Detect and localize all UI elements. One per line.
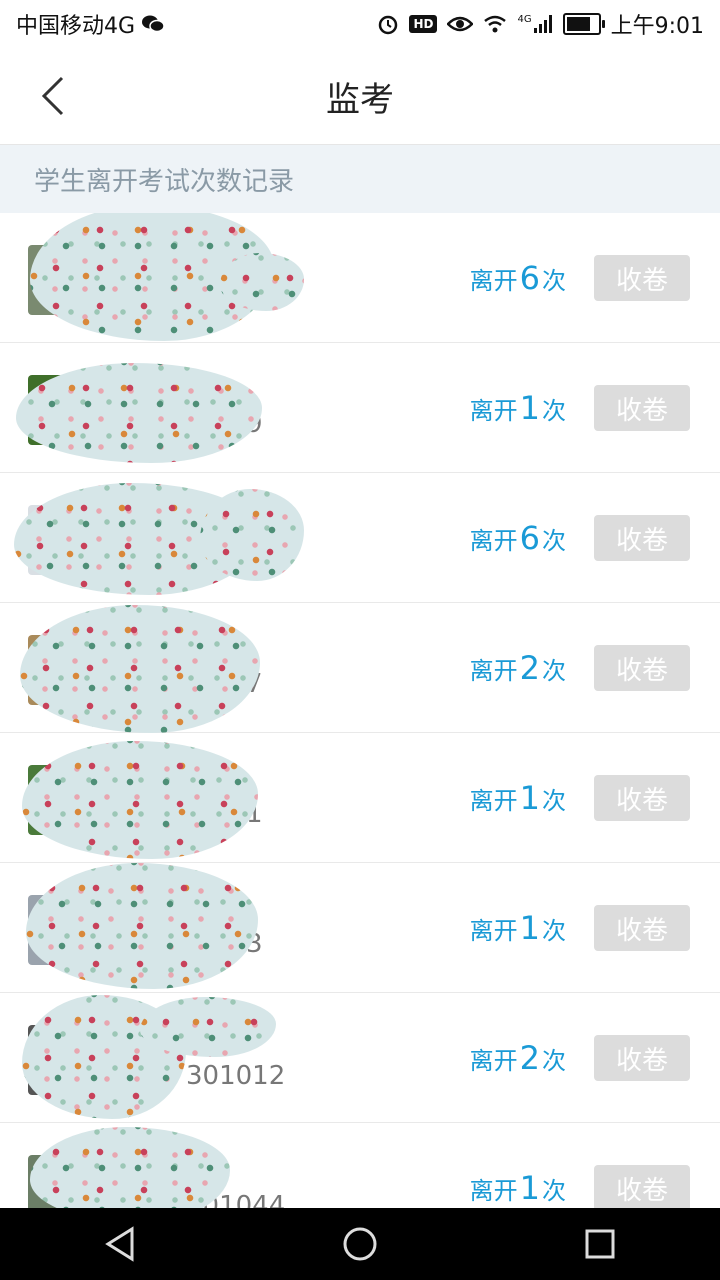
recents-square-icon [585, 1229, 615, 1259]
carrier-text: 中国移动4G [16, 14, 136, 39]
collect-paper-button[interactable]: 收卷 [594, 1035, 690, 1081]
redaction-blob [20, 605, 260, 733]
leave-suffix: 次 [542, 656, 566, 685]
leave-prefix: 离开 [469, 1176, 518, 1205]
list-item: 7 离开2次 收卷 [0, 603, 720, 733]
collect-paper-button[interactable]: 收卷 [594, 515, 690, 561]
leave-prefix: 离开 [469, 1046, 518, 1075]
leave-suffix: 次 [542, 786, 566, 815]
eye-icon [447, 15, 474, 33]
nav-recents-button[interactable] [560, 1208, 640, 1280]
leave-suffix: 次 [542, 526, 566, 555]
collect-paper-button[interactable]: 收卷 [594, 385, 690, 431]
student-list: 离开6次 收卷 9 离开1次 收卷 离开6次 收卷 7 离开2次 收卷 1 [0, 213, 720, 1208]
leave-prefix: 离开 [469, 266, 518, 295]
home-circle-icon [343, 1227, 377, 1261]
leave-count: 离开 6 次 [470, 473, 566, 603]
signal-icon: 4G [517, 14, 552, 34]
leave-count: 离开 1 次 [470, 863, 566, 993]
leave-number: 2 [519, 649, 540, 687]
nav-back-button[interactable] [80, 1208, 160, 1280]
leave-count: 离开 1 次 [470, 343, 566, 473]
alarm-icon [377, 13, 399, 35]
leave-suffix: 次 [542, 266, 566, 295]
leave-prefix: 离开 [469, 526, 518, 555]
section-header: 学生离开考试次数记录 [0, 145, 720, 213]
redaction-blob [200, 489, 304, 581]
leave-prefix: 离开 [469, 396, 518, 425]
list-item: 离开 6 次 收卷 [0, 213, 720, 343]
redaction-blob [26, 863, 258, 989]
chevron-left-icon [41, 76, 64, 116]
system-nav-bar [0, 1208, 720, 1280]
leave-suffix: 次 [542, 916, 566, 945]
title-bar: 监考 [0, 48, 720, 144]
list-item: 3 离开 1 次 收卷 [0, 863, 720, 993]
collect-paper-button[interactable]: 收卷 [594, 905, 690, 951]
leave-suffix: 次 [542, 1176, 566, 1205]
leave-suffix: 次 [542, 1046, 566, 1075]
page-title: 监考 [326, 79, 394, 120]
leave-number: 6 [519, 519, 540, 557]
leave-prefix: 离开 [469, 656, 518, 685]
leave-prefix: 离开 [469, 916, 518, 945]
battery-icon [562, 13, 605, 35]
redaction-blob [16, 363, 262, 463]
back-button[interactable] [24, 68, 80, 124]
redaction-blob [220, 253, 304, 311]
leave-number: 1 [519, 389, 540, 427]
redaction-blob [140, 997, 276, 1057]
leave-number: 1 [519, 909, 540, 947]
wechat-icon [141, 14, 165, 34]
nav-home-button[interactable] [320, 1208, 400, 1280]
redaction-blob [22, 741, 258, 859]
collect-paper-button[interactable]: 收卷 [594, 775, 690, 821]
list-item: 9 离开1次 收卷 [0, 343, 720, 473]
list-item: 301012 离开 2 次 收卷 [0, 993, 720, 1123]
leave-number: 1 [519, 1169, 540, 1207]
leave-count: 离开 6 次 [470, 213, 566, 343]
leave-number: 1 [519, 779, 540, 817]
wifi-icon [483, 15, 507, 33]
list-item: 301044 离开 1 次 收卷 [0, 1123, 720, 1208]
collect-paper-button[interactable]: 收卷 [594, 1165, 690, 1208]
list-item: 1 离开 1 次 收卷 [0, 733, 720, 863]
status-left: 中国移动4G [0, 8, 165, 40]
status-right: HD 4G 上午9:01 [377, 8, 720, 40]
list-item: 离开 6 次 收卷 [0, 473, 720, 603]
clock-text: 上午9:01 [610, 14, 704, 39]
leave-count: 离开 2 次 [470, 993, 566, 1123]
leave-count: 离开 2 次 [470, 603, 566, 733]
section-title: 学生离开考试次数记录 [34, 166, 295, 197]
status-bar: 中国移动4G HD 4G 上午9:01 [0, 0, 720, 48]
leave-number: 2 [519, 1039, 540, 1077]
student-id-text: 301012 [186, 1061, 286, 1091]
leave-prefix: 离开 [469, 786, 518, 815]
leave-number: 6 [519, 259, 540, 297]
leave-count: 离开 1 次 [470, 1123, 566, 1208]
leave-count: 离开 1 次 [470, 733, 566, 863]
back-triangle-icon [105, 1226, 134, 1262]
leave-suffix: 次 [542, 396, 566, 425]
collect-paper-button[interactable]: 收卷 [594, 255, 690, 301]
redaction-blob [30, 1127, 230, 1208]
collect-paper-button[interactable]: 收卷 [594, 645, 690, 691]
network-type: 4G [517, 14, 532, 25]
hd-badge: HD [409, 15, 438, 33]
